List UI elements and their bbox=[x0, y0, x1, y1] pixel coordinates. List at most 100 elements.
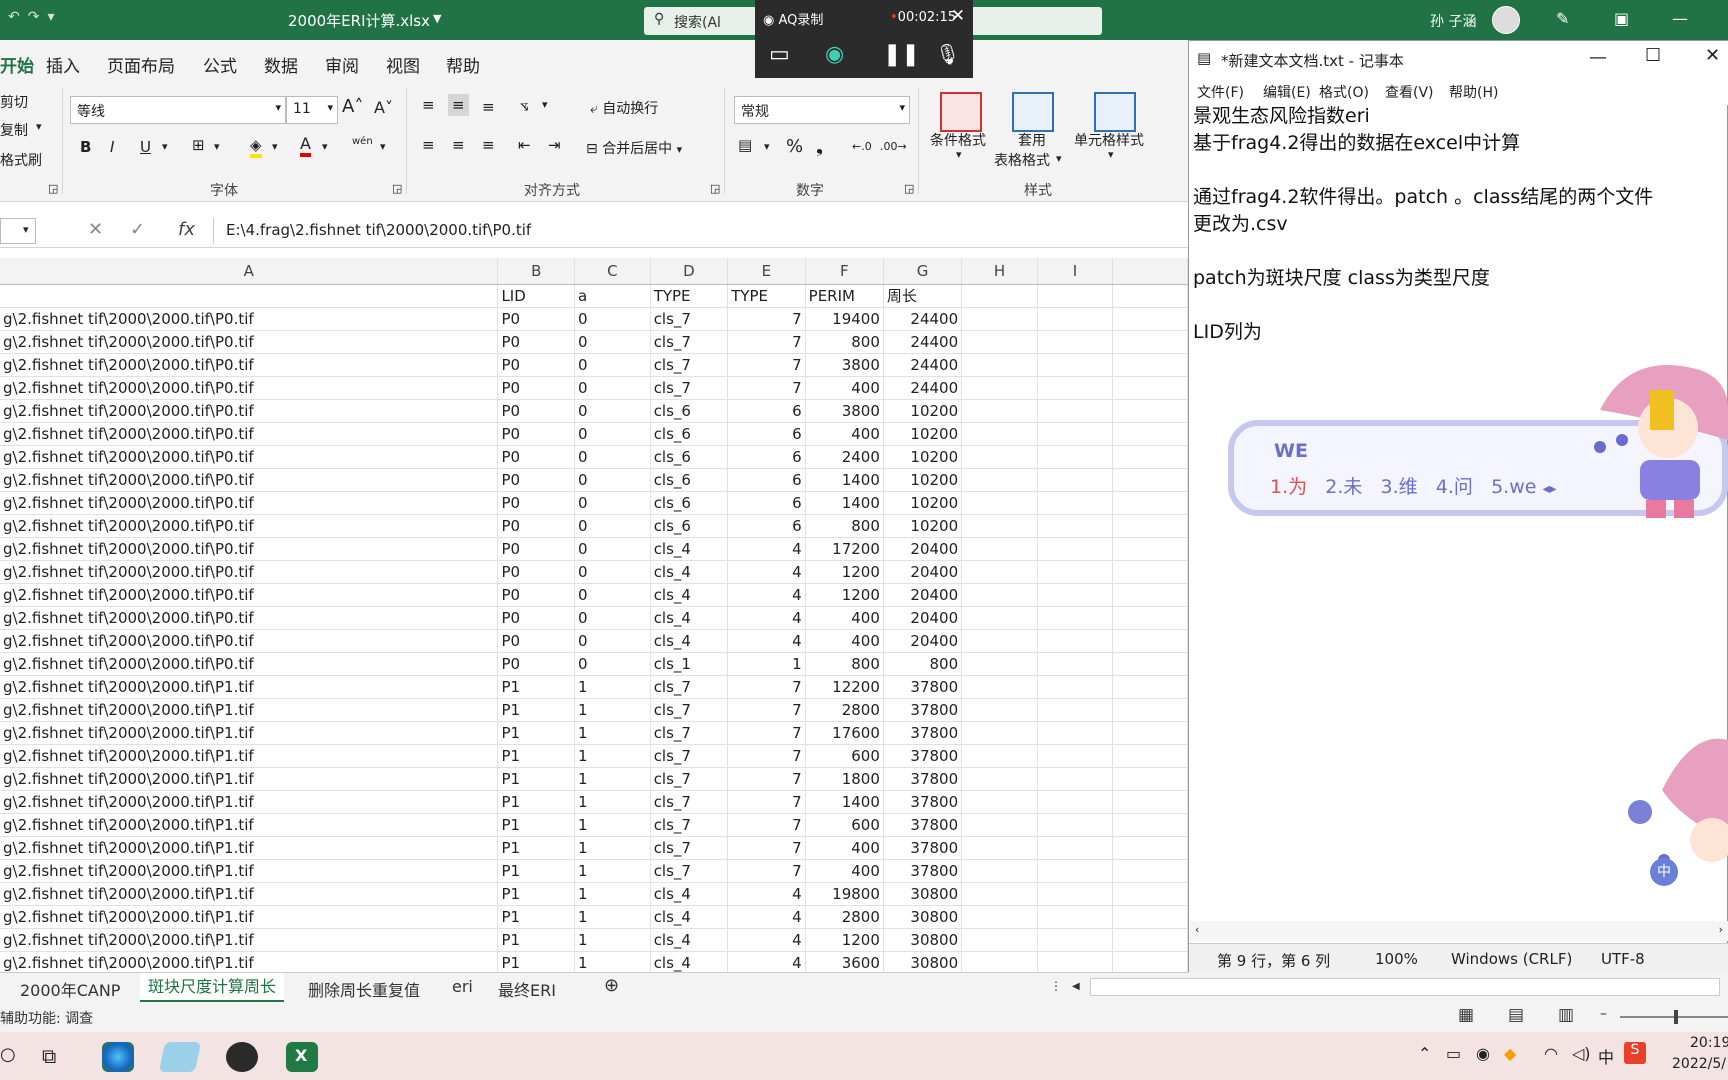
cell[interactable]: 7 bbox=[727, 836, 806, 860]
cell[interactable]: 7 bbox=[727, 767, 806, 791]
cell[interactable]: P1 bbox=[497, 675, 576, 699]
avatar[interactable] bbox=[1492, 6, 1520, 34]
cell[interactable]: 1400 bbox=[805, 790, 884, 814]
cell[interactable]: 0 bbox=[574, 399, 651, 423]
cut-button[interactable]: 剪切 bbox=[0, 92, 28, 112]
alignment-launcher-icon[interactable]: ◲ bbox=[710, 182, 720, 195]
cell[interactable] bbox=[961, 606, 1038, 630]
cell[interactable]: cls_6 bbox=[650, 491, 729, 515]
cell[interactable]: g\2.fishnet tif\2000\2000.tif\P0.tif bbox=[0, 445, 499, 469]
cell[interactable]: g\2.fishnet tif\2000\2000.tif\P1.tif bbox=[0, 928, 499, 952]
align-center-icon[interactable]: ≡ bbox=[452, 136, 465, 154]
cell[interactable] bbox=[1112, 698, 1188, 722]
tab-data[interactable]: 数据 bbox=[264, 52, 298, 77]
cell[interactable]: P0 bbox=[497, 376, 576, 400]
cell[interactable]: cls_1 bbox=[650, 652, 729, 676]
cell[interactable] bbox=[1037, 583, 1114, 607]
cell[interactable]: cls_4 bbox=[650, 606, 729, 630]
cell[interactable] bbox=[1037, 652, 1114, 676]
cell[interactable] bbox=[1037, 882, 1114, 906]
user-name[interactable]: 孙 子涵 bbox=[1430, 11, 1476, 31]
sheet-tab-eri[interactable]: eri bbox=[452, 977, 473, 996]
cell[interactable]: 19800 bbox=[805, 882, 884, 906]
cell[interactable] bbox=[961, 836, 1038, 860]
cell[interactable]: 0 bbox=[574, 629, 651, 653]
cell[interactable]: P0 bbox=[497, 468, 576, 492]
cell[interactable]: 1 bbox=[574, 675, 651, 699]
name-box[interactable]: ▾ bbox=[0, 218, 36, 244]
cell[interactable]: 0 bbox=[574, 376, 651, 400]
cell[interactable]: cls_7 bbox=[650, 721, 729, 745]
column-header[interactable]: E bbox=[727, 258, 806, 285]
ime-mode-tray[interactable]: 中 bbox=[1598, 1044, 1614, 1068]
maximize-icon[interactable]: ☐ bbox=[1645, 45, 1661, 66]
cell[interactable] bbox=[1037, 675, 1114, 699]
cell[interactable]: cls_7 bbox=[650, 813, 729, 837]
ime-mode-badge[interactable]: 中 bbox=[1650, 858, 1678, 886]
cell[interactable] bbox=[961, 721, 1038, 745]
cell[interactable]: g\2.fishnet tif\2000\2000.tif\P1.tif bbox=[0, 813, 499, 837]
cell[interactable]: cls_4 bbox=[650, 928, 729, 952]
conditional-format-icon[interactable] bbox=[940, 92, 982, 132]
cell[interactable]: 1800 bbox=[805, 767, 884, 791]
tab-review[interactable]: 审阅 bbox=[325, 52, 359, 77]
cell[interactable]: cls_6 bbox=[650, 399, 729, 423]
cell[interactable]: 6 bbox=[727, 514, 806, 538]
cell[interactable]: g\2.fishnet tif\2000\2000.tif\P1.tif bbox=[0, 767, 499, 791]
copy-button[interactable]: 复制 bbox=[0, 120, 28, 140]
spreadsheet-grid[interactable]: A B C D E F G H I LID a TYPE TYPE PERIM 周长 g\2.fishnet … bbox=[0, 258, 1188, 972]
cell[interactable]: cls_7 bbox=[650, 330, 729, 354]
cell[interactable] bbox=[1112, 813, 1188, 837]
cell[interactable]: a bbox=[574, 284, 651, 308]
comma-style-icon[interactable]: ❟ bbox=[816, 136, 823, 157]
cell[interactable]: P0 bbox=[497, 629, 576, 653]
cell[interactable]: 17600 bbox=[805, 721, 884, 745]
ribbon-display-icon[interactable]: ▣ bbox=[1614, 9, 1629, 28]
cell[interactable]: 7 bbox=[727, 813, 806, 837]
cell[interactable]: 周长 bbox=[883, 284, 963, 308]
cell[interactable] bbox=[1037, 790, 1114, 814]
cell-styles-icon[interactable] bbox=[1094, 92, 1136, 132]
cell[interactable]: 0 bbox=[574, 445, 651, 469]
underline-dropdown-icon[interactable]: ▾ bbox=[162, 140, 168, 153]
cell[interactable]: 0 bbox=[574, 422, 651, 446]
cell[interactable] bbox=[961, 629, 1038, 653]
chevron-down-icon[interactable]: ▾ bbox=[1056, 152, 1062, 165]
cell[interactable]: cls_6 bbox=[650, 445, 729, 469]
cell[interactable]: 37800 bbox=[883, 698, 963, 722]
cell[interactable] bbox=[961, 882, 1038, 906]
notepad-horizontal-scrollbar[interactable]: ‹ › bbox=[1189, 921, 1728, 941]
cell[interactable]: 1200 bbox=[805, 928, 884, 952]
cell[interactable]: 4 bbox=[727, 583, 806, 607]
insert-function-icon[interactable]: fx bbox=[178, 219, 195, 240]
cell[interactable]: LID bbox=[497, 284, 576, 308]
column-header[interactable]: B bbox=[497, 258, 576, 285]
cell[interactable] bbox=[1037, 721, 1114, 745]
cell[interactable]: 17200 bbox=[805, 537, 884, 561]
clipboard-launcher-icon[interactable]: ◲ bbox=[48, 182, 58, 195]
cell[interactable]: 1400 bbox=[805, 468, 884, 492]
cell[interactable] bbox=[1112, 790, 1188, 814]
cell[interactable]: 10200 bbox=[883, 491, 963, 515]
cell[interactable]: 1 bbox=[574, 744, 651, 768]
cell[interactable]: 7 bbox=[727, 330, 806, 354]
cell[interactable]: 4 bbox=[727, 882, 806, 906]
cell[interactable]: 20400 bbox=[883, 583, 963, 607]
cell[interactable]: 1400 bbox=[805, 491, 884, 515]
cell[interactable]: 400 bbox=[805, 606, 884, 630]
cell[interactable]: cls_7 bbox=[650, 767, 729, 791]
excel-icon[interactable]: X bbox=[286, 1042, 318, 1072]
cell[interactable]: 1 bbox=[574, 882, 651, 906]
cell[interactable]: g\2.fishnet tif\2000\2000.tif\P0.tif bbox=[0, 583, 499, 607]
tab-insert[interactable]: 插入 bbox=[46, 52, 80, 77]
accessibility-status[interactable]: 辅助功能: 调查 bbox=[0, 1008, 93, 1028]
cell[interactable]: cls_4 bbox=[650, 882, 729, 906]
cell[interactable] bbox=[1112, 767, 1188, 791]
cell[interactable]: g\2.fishnet tif\2000\2000.tif\P1.tif bbox=[0, 698, 499, 722]
cell[interactable]: g\2.fishnet tif\2000\2000.tif\P1.tif bbox=[0, 721, 499, 745]
cell[interactable] bbox=[1037, 836, 1114, 860]
cell[interactable]: 0 bbox=[574, 560, 651, 584]
cell[interactable]: 10200 bbox=[883, 399, 963, 423]
menu-help[interactable]: 帮助(H) bbox=[1449, 82, 1498, 102]
cell[interactable]: 1 bbox=[574, 836, 651, 860]
